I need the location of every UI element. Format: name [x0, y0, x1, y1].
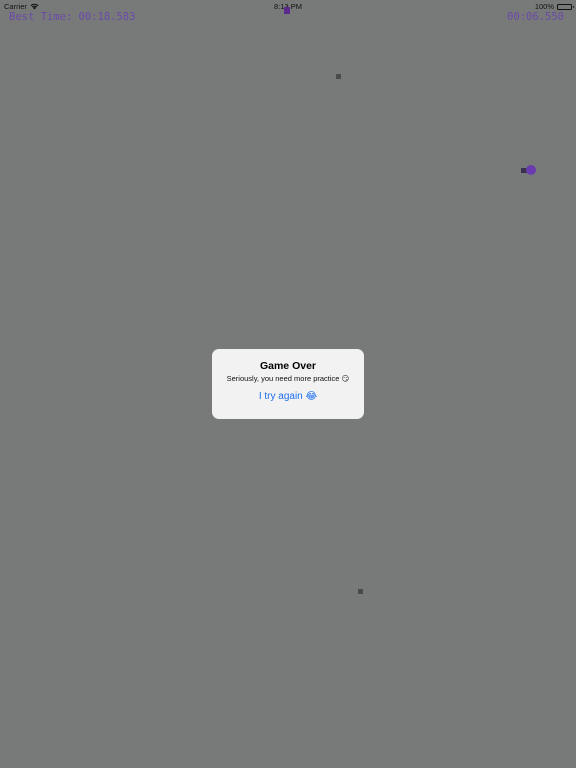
enemy-square	[358, 589, 363, 594]
player-head	[526, 165, 536, 175]
enemy-square	[336, 74, 341, 79]
best-time-label: Best Time:	[9, 11, 73, 23]
try-again-button[interactable]: I try again 😂	[212, 391, 364, 402]
battery-percent: 100%	[534, 2, 554, 11]
best-time: Best Time: 00:18.583	[9, 11, 135, 23]
battery-icon	[557, 3, 574, 10]
best-time-value: 00:18.583	[78, 11, 136, 23]
alert-title: Game Over	[259, 360, 317, 372]
player	[521, 165, 538, 175]
alert-message: Seriously, you need more practice 😏	[226, 374, 350, 383]
game-over-alert: Game Over Seriously, you need more pract…	[212, 349, 364, 419]
enemy-square	[284, 7, 290, 14]
current-time: 00:06.550	[507, 11, 564, 23]
battery-indicator: 100%	[534, 2, 574, 11]
